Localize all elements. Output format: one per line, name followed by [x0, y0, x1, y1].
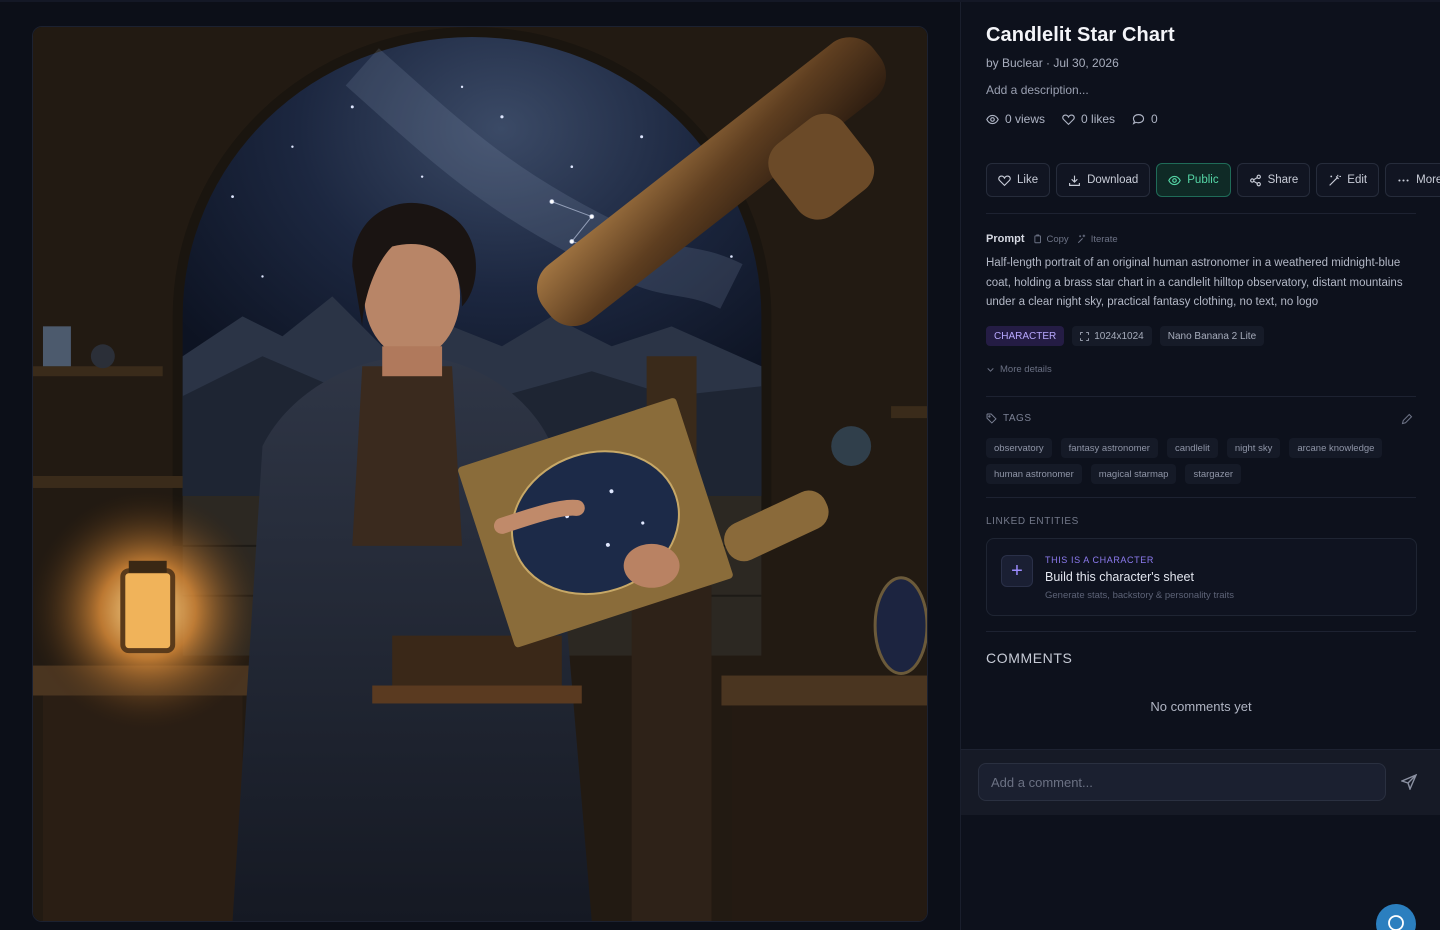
likes-stat: 0 likes — [1062, 112, 1115, 126]
heart-icon — [998, 174, 1011, 186]
eye-icon — [986, 114, 999, 124]
tag-item[interactable]: human astronomer — [986, 464, 1082, 484]
image-viewer — [0, 2, 960, 930]
tag-item[interactable]: fantasy astronomer — [1060, 438, 1158, 458]
edit-button[interactable]: Edit — [1316, 163, 1380, 197]
like-button[interactable]: Like — [986, 163, 1051, 197]
sparkle-icon — [1077, 234, 1085, 244]
share-label: Share — [1267, 174, 1299, 186]
comment-composer — [961, 749, 1440, 815]
artwork-image[interactable] — [32, 26, 928, 922]
prompt-text: Half-length portrait of an original huma… — [986, 257, 1403, 308]
tag-item[interactable]: stargazer — [1185, 464, 1242, 484]
divider — [986, 396, 1416, 397]
linked-entities-label: LINKED ENTITIES — [986, 516, 1079, 527]
artwork-illustration — [33, 27, 927, 921]
divider — [986, 497, 1416, 498]
more-details-toggle[interactable]: More details — [986, 364, 1052, 375]
likes-count: 0 likes — [1081, 112, 1116, 126]
copy-prompt-button[interactable]: Copy — [1033, 234, 1069, 245]
edit-label: Edit — [1347, 174, 1368, 186]
tag-item[interactable]: night sky — [1226, 438, 1281, 458]
divider — [986, 631, 1416, 632]
expand-icon — [1080, 331, 1090, 341]
copy-label: Copy — [1046, 233, 1069, 245]
size-value: 1024x1024 — [1094, 330, 1144, 342]
divider — [986, 213, 1416, 214]
description-placeholder[interactable]: Add a description... — [986, 83, 1089, 97]
iterate-label: Iterate — [1090, 233, 1118, 245]
chevron-down-icon — [987, 368, 994, 372]
prompt-label: Prompt — [986, 233, 1025, 245]
download-label: Download — [1087, 174, 1139, 186]
linked-title: Build this character's sheet — [1045, 570, 1194, 584]
views-stat: 0 views — [986, 112, 1045, 126]
size-chip: 1024x1024 — [1072, 326, 1152, 346]
comments-count: 0 — [1151, 112, 1158, 126]
public-toggle-button[interactable]: Public — [1156, 163, 1231, 197]
iterate-button[interactable]: Iterate — [1077, 234, 1118, 245]
linked-kicker: THIS IS A CHARACTER — [1045, 555, 1154, 565]
share-icon — [1249, 174, 1261, 186]
public-label: Public — [1187, 174, 1219, 186]
comments-stat: 0 — [1132, 112, 1158, 126]
linked-subtitle: Generate stats, backstory & personality … — [1045, 590, 1235, 601]
tag-icon — [986, 413, 997, 424]
image-title: Candlelit Star Chart — [986, 24, 1175, 46]
heart-icon — [1062, 113, 1075, 125]
tags-label: TAGS — [1003, 413, 1032, 424]
pencil-icon[interactable] — [1401, 413, 1413, 425]
tag-item[interactable]: magical starmap — [1090, 464, 1177, 484]
views-count: 0 views — [1005, 112, 1046, 126]
more-button[interactable]: More — [1385, 163, 1440, 197]
tag-list: observatory fantasy astronomer candlelit… — [986, 438, 1416, 484]
action-bar: Like Download Public Share Edit More — [986, 163, 1440, 197]
tags-header: TAGS — [986, 413, 1031, 424]
send-icon[interactable] — [1401, 774, 1417, 790]
like-label: Like — [1017, 174, 1039, 186]
share-button[interactable]: Share — [1236, 163, 1311, 197]
tag-item[interactable]: candlelit — [1166, 438, 1218, 458]
stats-row: 0 views 0 likes 0 — [986, 112, 1158, 126]
plus-icon: + — [1001, 555, 1033, 587]
byline: by Buclear · Jul 30, 2026 — [986, 56, 1119, 70]
meta-chips: CHARACTER 1024x1024 Nano Banana 2 Lite — [986, 326, 1265, 346]
download-icon — [1069, 175, 1081, 186]
comment-icon — [1132, 113, 1145, 125]
more-details-label: More details — [1000, 364, 1052, 375]
category-chip: CHARACTER — [986, 326, 1065, 346]
more-label: More — [1416, 174, 1440, 186]
detail-panel: Candlelit Star Chart by Buclear · Jul 30… — [960, 2, 1440, 930]
tag-item[interactable]: arcane knowledge — [1289, 438, 1383, 458]
tag-item[interactable]: observatory — [986, 438, 1052, 458]
edit-wand-icon — [1329, 174, 1342, 186]
prompt-header: Prompt Copy Iterate — [986, 233, 1118, 245]
empty-comments-message: No comments yet — [1150, 699, 1252, 714]
comment-input[interactable] — [978, 763, 1386, 801]
chat-icon — [1388, 915, 1404, 930]
model-chip: Nano Banana 2 Lite — [1159, 326, 1265, 346]
more-dots-icon — [1398, 178, 1409, 182]
comments-title: COMMENTS — [986, 650, 1073, 666]
copy-icon — [1033, 234, 1041, 244]
build-character-card[interactable]: + THIS IS A CHARACTER Build this charact… — [986, 538, 1417, 616]
download-button[interactable]: Download — [1056, 163, 1151, 197]
eye-icon — [1168, 175, 1182, 185]
